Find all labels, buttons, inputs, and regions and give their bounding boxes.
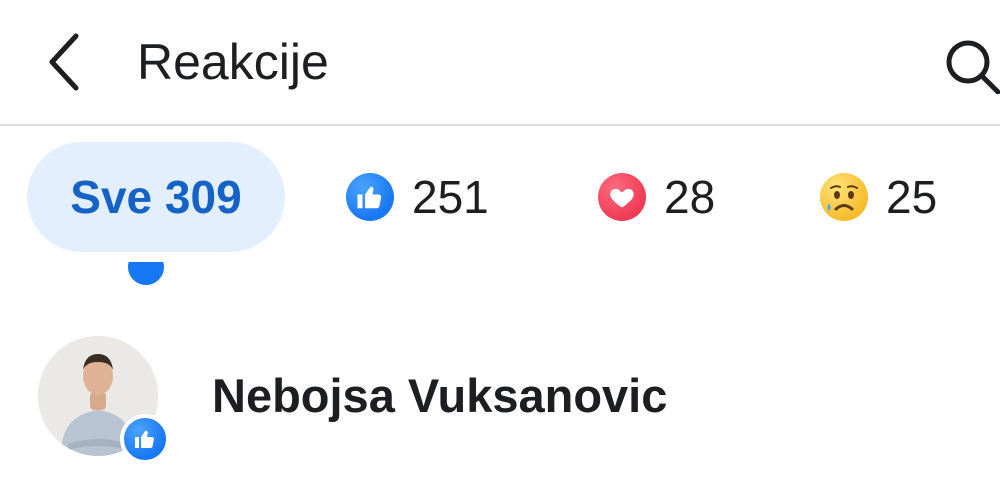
tab-all[interactable]: Sve 309	[27, 142, 285, 252]
tab-sad[interactable]: 25	[820, 142, 937, 252]
list-item[interactable]: Nebojsa Vuksanovic	[0, 330, 1000, 470]
app-header: Reakcije	[0, 0, 1000, 126]
page-title: Reakcije	[137, 34, 329, 90]
tab-love[interactable]: 28	[598, 142, 715, 252]
love-count: 28	[664, 171, 716, 223]
love-icon	[598, 173, 646, 221]
sad-count: 25	[886, 171, 938, 223]
search-icon	[946, 40, 1000, 95]
like-count: 251	[412, 171, 489, 223]
like-icon	[346, 173, 394, 221]
like-icon	[120, 414, 170, 464]
search-button[interactable]	[940, 34, 1000, 95]
chevron-left-icon	[49, 33, 79, 91]
tab-like[interactable]: 251	[346, 142, 489, 252]
reaction-tabs: Sve 309 251 28 25	[0, 142, 1000, 256]
tab-all-label: Sve 309	[70, 171, 242, 223]
person-name[interactable]: Nebojsa Vuksanovic	[212, 368, 667, 424]
sad-icon	[820, 173, 868, 221]
previous-row-like-badge	[125, 262, 167, 290]
back-button[interactable]	[36, 30, 92, 94]
